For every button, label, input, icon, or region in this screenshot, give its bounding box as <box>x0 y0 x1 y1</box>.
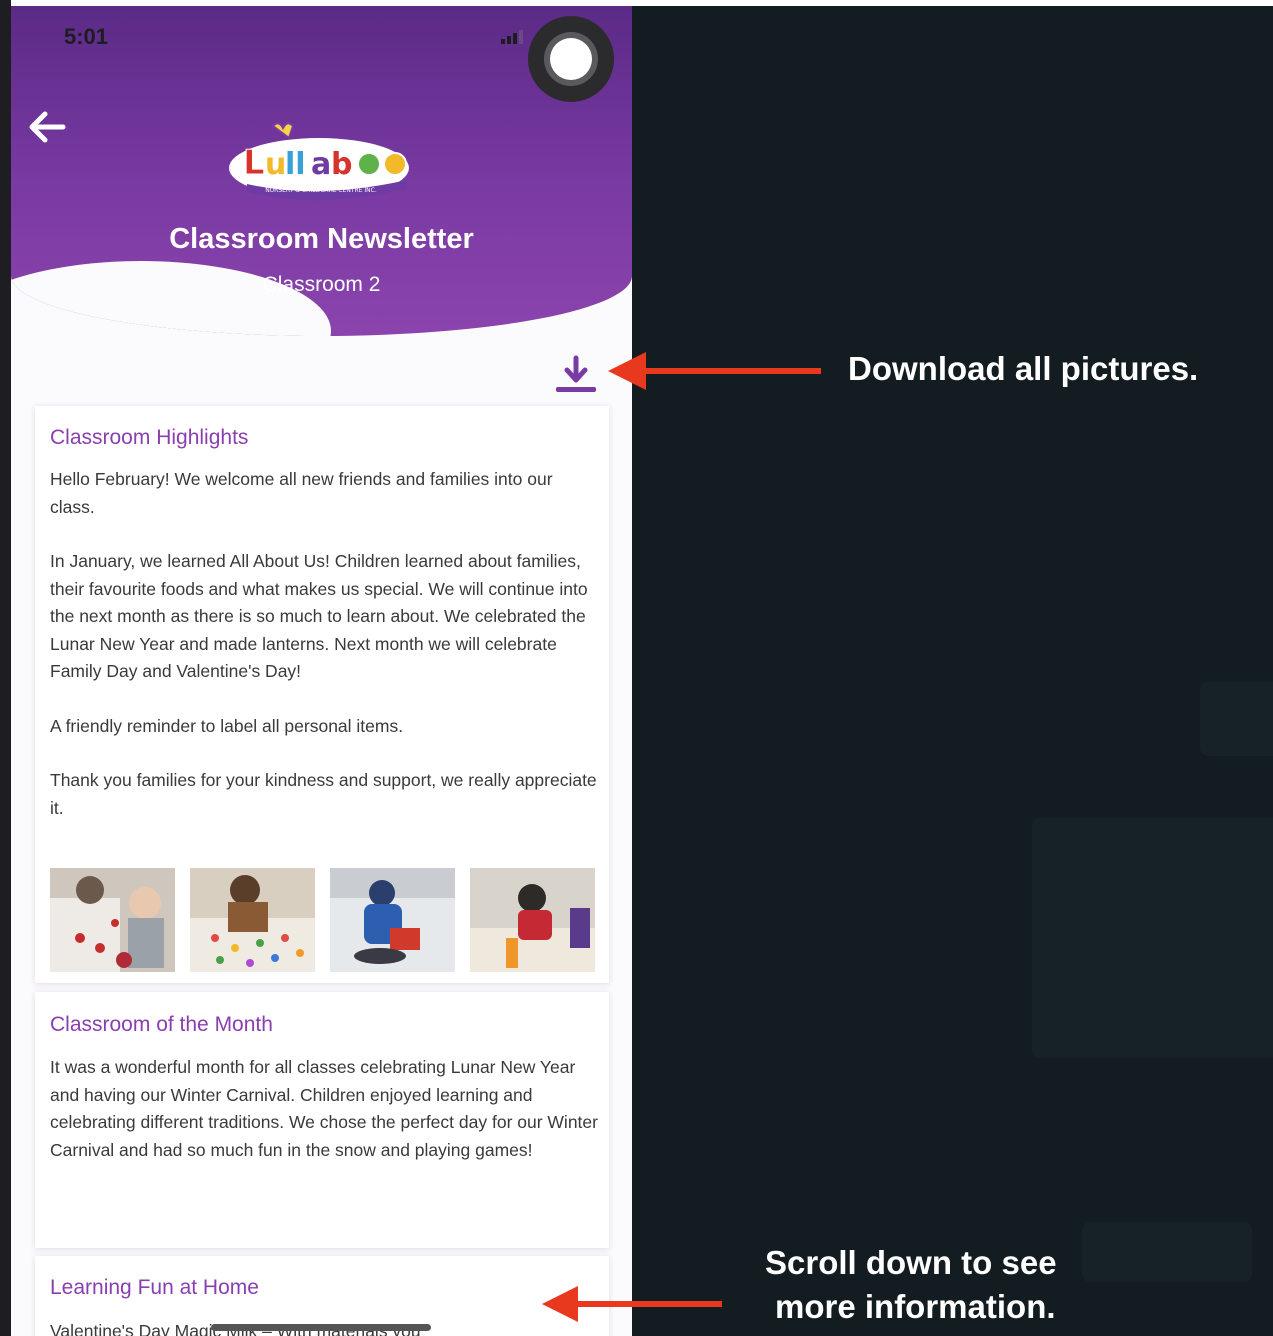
photo-thumbnail[interactable] <box>190 868 315 972</box>
signal-icon <box>501 30 525 44</box>
window-left-border <box>0 0 11 1336</box>
photo-thumbnail[interactable] <box>330 868 455 972</box>
section-card-classroom-of-the-month: Classroom of the Month It was a wonderfu… <box>35 992 609 1248</box>
page-subtitle: Classroom 2 <box>262 273 381 296</box>
annotation-scroll-line2: more information. <box>775 1288 1056 1325</box>
photo-thumbnail[interactable] <box>50 868 175 972</box>
phone-screen: 5:01 L u ll a b NURSERY & CHILDCARE CENT… <box>11 6 632 1336</box>
annotation-arrow-download <box>608 352 821 390</box>
section-paragraph: Thank you families for your kindness and… <box>50 770 597 818</box>
section-paragraph: In January, we learned All About Us! Chi… <box>50 551 588 681</box>
section-paragraph: A friendly reminder to label all persona… <box>50 715 404 736</box>
screen-record-icon[interactable] <box>528 16 614 102</box>
photo-thumbnail[interactable] <box>470 868 595 972</box>
photo-strip <box>50 868 598 973</box>
back-arrow-icon[interactable] <box>25 106 67 148</box>
section-body: Hello February! We welcome all new frien… <box>50 466 598 849</box>
download-icon[interactable] <box>554 354 598 398</box>
background-ghost-calendar <box>1032 818 1273 1058</box>
section-paragraph: It was a wonderful month for all classes… <box>50 1057 598 1160</box>
home-indicator[interactable] <box>211 1324 431 1331</box>
section-title: Classroom Highlights <box>50 426 249 449</box>
svg-text:a: a <box>311 147 331 182</box>
logo-subtext: NURSERY & CHILDCARE CENTRE INC. <box>265 187 377 194</box>
section-paragraph: Hello February! We welcome all new frien… <box>50 469 553 517</box>
background-ghost-card <box>1082 1222 1252 1282</box>
section-body: It was a wonderful month for all classes… <box>50 1054 598 1191</box>
section-card-classroom-highlights: Classroom Highlights Hello February! We … <box>35 406 609 983</box>
annotation-download: Download all pictures. <box>848 350 1199 387</box>
svg-text:L: L <box>243 143 265 183</box>
annotation-scroll-line1: Scroll down to see <box>765 1244 1057 1281</box>
background-ghost-tile <box>1200 682 1273 756</box>
section-title: Learning Fun at Home <box>50 1276 259 1299</box>
lullaboo-logo: L u ll a b NURSERY & CHILDCARE CENTRE IN… <box>229 122 409 201</box>
page-title: Classroom Newsletter <box>169 223 474 255</box>
annotation-arrow-scroll <box>542 1286 722 1322</box>
status-time: 5:01 <box>64 24 109 49</box>
svg-text:b: b <box>331 147 352 182</box>
section-title: Classroom of the Month <box>50 1013 273 1036</box>
background-dark-panel <box>632 6 1273 1336</box>
svg-text:ll: ll <box>285 147 306 182</box>
svg-text:u: u <box>265 147 286 182</box>
